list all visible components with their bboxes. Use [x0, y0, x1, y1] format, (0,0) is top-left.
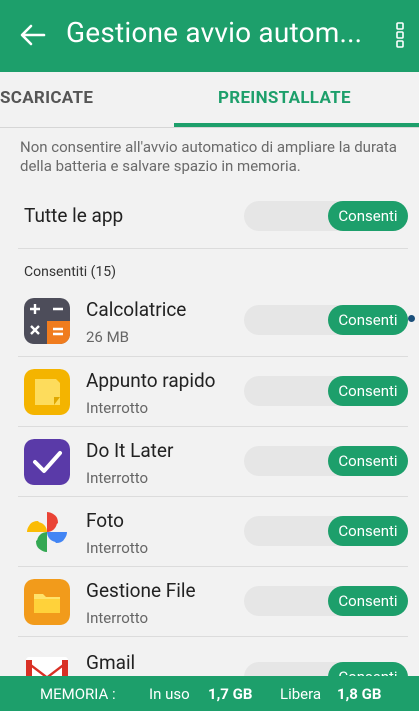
app-row-do-it-later[interactable]: Do It Later Interrotto Consenti	[0, 427, 419, 497]
app-status: Interrotto	[86, 609, 149, 627]
app-status: 26 MB	[86, 328, 130, 346]
free-label: Libera	[280, 685, 322, 703]
app-name: Foto	[86, 509, 125, 532]
all-apps-toggle[interactable]: Consenti	[244, 201, 408, 231]
active-tab-indicator	[174, 123, 419, 127]
photos-icon	[27, 512, 67, 552]
app-row-foto[interactable]: Foto Interrotto Consenti	[0, 497, 419, 567]
toggle-knob: Consenti	[328, 201, 408, 231]
back-arrow-icon[interactable]	[18, 20, 48, 50]
quick-memo-icon	[24, 369, 70, 415]
app-name: Calcolatrice	[86, 298, 187, 321]
toggle-knob: Consenti	[328, 376, 408, 406]
memory-label: MEMORIA :	[40, 685, 116, 703]
app-name: Gmail	[86, 651, 136, 674]
app-toggle[interactable]: Consenti	[244, 586, 408, 616]
section-header: Consentiti (15)	[24, 264, 117, 280]
do-it-later-icon	[24, 439, 70, 485]
all-apps-row[interactable]: Tutte le app Consenti	[0, 190, 419, 248]
toggle-knob: Consenti	[328, 516, 408, 546]
memory-footer: MEMORIA : In uso 1,7 GB Libera 1,8 GB	[0, 676, 419, 711]
calculator-icon	[24, 298, 70, 344]
app-bar: Gestione avvio autom...	[0, 0, 419, 72]
app-status: Interrotto	[86, 399, 149, 417]
app-row-calcolatrice[interactable]: Calcolatrice 26 MB Consenti	[0, 286, 419, 356]
app-row-appunto-rapido[interactable]: Appunto rapido Interrotto Consenti	[0, 357, 419, 427]
app-status: Interrotto	[86, 469, 149, 487]
in-use-label: In uso	[149, 685, 190, 703]
file-manager-icon	[24, 579, 70, 625]
tab-preinstallate[interactable]: PREINSTALLATE	[218, 88, 351, 108]
divider	[18, 248, 408, 249]
app-toggle[interactable]: Consenti	[244, 446, 408, 476]
toggle-knob: Consenti	[328, 586, 408, 616]
scroll-indicator-dot	[408, 315, 415, 322]
app-toggle[interactable]: Consenti	[244, 516, 408, 546]
tab-scaricate[interactable]: SCARICATE	[0, 88, 93, 108]
page-title: Gestione avvio autom...	[66, 16, 363, 49]
app-name: Appunto rapido	[86, 369, 216, 392]
toggle-knob: Consenti	[328, 446, 408, 476]
in-use-value: 1,7 GB	[208, 685, 253, 703]
tab-bar: SCARICATE PREINSTALLATE	[0, 72, 419, 128]
more-vert-icon[interactable]	[395, 22, 405, 48]
app-name: Do It Later	[86, 439, 174, 462]
app-name: Gestione File	[86, 579, 196, 602]
app-status: Interrotto	[86, 539, 149, 557]
free-value: 1,8 GB	[337, 685, 382, 703]
app-toggle[interactable]: Consenti	[244, 305, 408, 335]
app-row-gestione-file[interactable]: Gestione File Interrotto Consenti	[0, 567, 419, 637]
app-toggle[interactable]: Consenti	[244, 376, 408, 406]
all-apps-label: Tutte le app	[24, 204, 124, 227]
toggle-knob: Consenti	[328, 305, 408, 335]
description-text: Non consentire all'avvio automatico di a…	[20, 138, 397, 175]
